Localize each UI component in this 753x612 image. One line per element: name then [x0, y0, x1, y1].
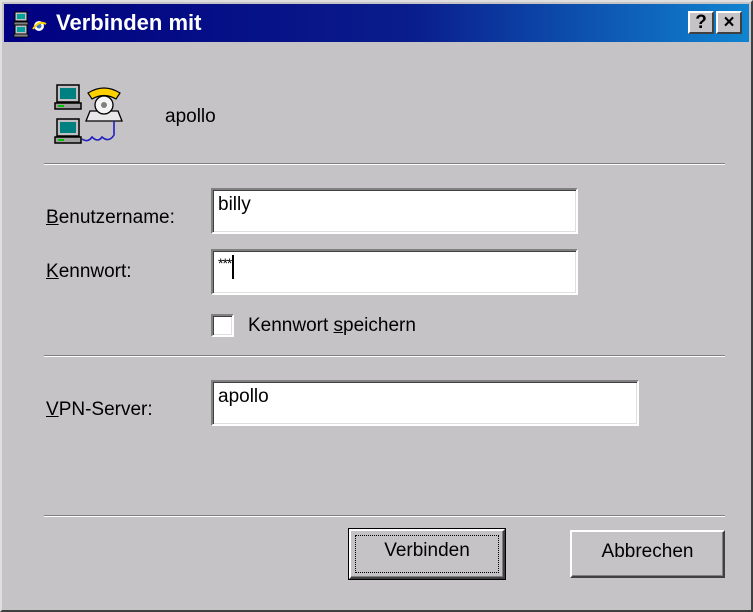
password-label: Kennwort:: [46, 261, 132, 283]
dialog-title: Verbinden mit: [56, 10, 202, 35]
save-password-checkbox[interactable]: [211, 314, 234, 337]
password-mask: ***: [218, 255, 232, 271]
password-input[interactable]: ***: [211, 249, 578, 295]
password-label-text: ennwort:: [58, 261, 132, 282]
save-password-label-rest: peichern: [343, 315, 416, 336]
cancel-button[interactable]: Abbrechen: [570, 530, 725, 578]
separator: [44, 163, 725, 165]
vpn-server-input[interactable]: apollo: [211, 380, 639, 426]
connect-dialog: Verbinden mit ? × apollo Benutzername: b…: [0, 0, 753, 612]
save-password-label-mnemonic: s: [333, 315, 344, 336]
close-button[interactable]: ×: [716, 11, 742, 34]
vpn-label-mnemonic: V: [46, 399, 59, 420]
username-label-mnemonic: B: [46, 207, 59, 228]
connect-button-label: Verbinden: [384, 540, 470, 561]
connect-button[interactable]: Verbinden: [348, 528, 506, 580]
password-label-mnemonic: K: [46, 261, 59, 282]
save-password-label[interactable]: Kennwort speichern: [248, 315, 416, 337]
help-button[interactable]: ?: [688, 11, 714, 34]
save-password-label-start: Kennwort: [248, 315, 334, 336]
vpn-server-label: VPN-Server:: [46, 399, 153, 421]
username-label: Benutzername:: [46, 207, 175, 229]
connection-name: apollo: [165, 106, 216, 127]
text-caret: [232, 255, 235, 279]
title-bar[interactable]: Verbinden mit ? ×: [4, 4, 749, 42]
username-input[interactable]: billy: [211, 188, 578, 234]
network-connection-icon: [13, 11, 47, 38]
separator: [44, 355, 725, 357]
cancel-button-label: Abbrechen: [601, 541, 694, 562]
separator: [44, 515, 725, 517]
vpn-label-text: PN-Server:: [58, 399, 153, 420]
dialup-connection-icon: [54, 84, 123, 144]
username-label-text: enutzername:: [58, 207, 175, 228]
